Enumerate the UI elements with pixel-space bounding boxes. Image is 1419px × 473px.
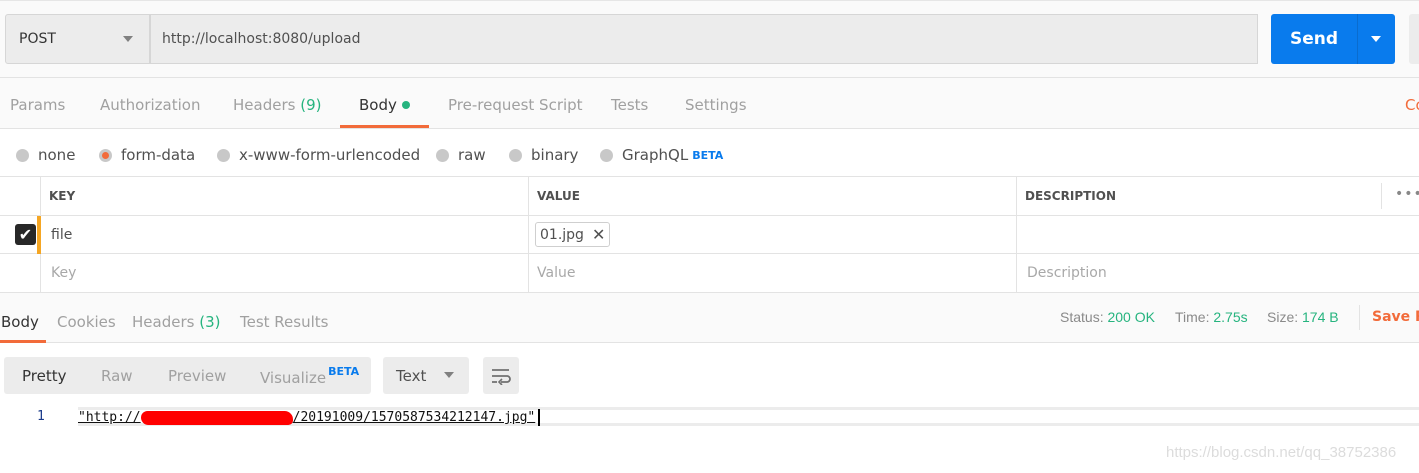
- code-prefix: "http://: [78, 410, 141, 425]
- tab-authorization[interactable]: Authorization: [100, 96, 200, 114]
- divider: [0, 128, 1419, 129]
- chevron-down-icon: [1371, 36, 1381, 42]
- radio-icon: [16, 148, 29, 162]
- view-visualize[interactable]: Visualize BETA: [260, 365, 359, 387]
- tab-settings[interactable]: Settings: [685, 96, 747, 114]
- send-button[interactable]: Send: [1271, 14, 1357, 64]
- radio-urlencoded[interactable]: x-www-form-urlencoded: [217, 146, 420, 164]
- time-info: Time: 2.75s: [1175, 309, 1248, 325]
- method-select[interactable]: POST: [5, 14, 150, 64]
- size-value: 174 B: [1302, 309, 1339, 325]
- cookies-link[interactable]: Co: [1405, 96, 1419, 114]
- table-header-check: [0, 177, 41, 216]
- tab-headers[interactable]: Headers (9): [233, 96, 321, 114]
- size-info: Size: 174 B: [1267, 309, 1339, 325]
- radio-label: binary: [531, 146, 579, 164]
- value-cell[interactable]: 01.jpg ✕: [529, 216, 1017, 254]
- radio-selected-icon: [99, 148, 112, 162]
- tab-tests[interactable]: Tests: [611, 96, 648, 114]
- size-label: Size:: [1267, 309, 1299, 325]
- method-label: POST: [19, 31, 56, 47]
- modified-dot-icon: [401, 101, 410, 109]
- view-pretty[interactable]: Pretty: [22, 367, 67, 385]
- time-value: 2.75s: [1213, 309, 1248, 325]
- view-label: Visualize: [260, 368, 327, 387]
- chevron-down-icon: [123, 36, 133, 42]
- divider: [1359, 305, 1360, 330]
- radio-label: form-data: [121, 146, 196, 164]
- divider: [0, 77, 1419, 78]
- send-options-button[interactable]: [1357, 14, 1395, 64]
- tab-label: Headers: [132, 313, 195, 331]
- response-tab-body[interactable]: Body: [1, 313, 39, 331]
- beta-badge: BETA: [692, 148, 724, 162]
- radio-label: GraphQL: [622, 146, 689, 164]
- radio-graphql[interactable]: GraphQL BETA: [600, 146, 723, 164]
- radio-label: raw: [458, 146, 486, 164]
- text-cursor: [538, 409, 541, 426]
- column-header-value: VALUE: [529, 177, 1017, 216]
- wrap-icon: [492, 368, 511, 385]
- wrap-lines-button[interactable]: [483, 357, 519, 394]
- url-input[interactable]: http://localhost:8080/upload: [150, 14, 1258, 64]
- headers-count: (9): [300, 96, 322, 114]
- tab-pre-request-script[interactable]: Pre-request Script: [448, 96, 583, 114]
- url-value: http://localhost:8080/upload: [162, 31, 361, 47]
- tab-label: Body: [359, 96, 397, 114]
- description-input[interactable]: Description: [1017, 254, 1419, 293]
- file-name: 01.jpg: [540, 226, 584, 243]
- radio-label: none: [38, 146, 76, 164]
- format-select[interactable]: Text: [383, 357, 469, 394]
- tab-label: Headers: [233, 96, 296, 114]
- redacted-mark: [140, 410, 293, 425]
- active-tab-indicator: [0, 340, 46, 343]
- status-label: Status:: [1060, 309, 1104, 325]
- radio-icon: [217, 148, 230, 162]
- response-tab-cookies[interactable]: Cookies: [57, 313, 116, 331]
- divider: [1381, 183, 1382, 209]
- time-label: Time:: [1175, 309, 1210, 325]
- radio-icon: [600, 148, 613, 162]
- column-header-key: KEY: [41, 177, 529, 216]
- headers-count: (3): [199, 313, 221, 331]
- column-header-description: DESCRIPTION: [1017, 177, 1419, 216]
- key-cell[interactable]: file: [41, 216, 529, 254]
- radio-binary[interactable]: binary: [509, 146, 578, 164]
- view-raw[interactable]: Raw: [101, 367, 133, 385]
- format-label: Text: [396, 366, 427, 385]
- watermark: https://blog.csdn.net/qq_38752386: [1166, 444, 1397, 461]
- value-input[interactable]: Value: [529, 254, 1017, 293]
- description-cell[interactable]: [1017, 216, 1419, 254]
- key-input[interactable]: Key: [41, 254, 529, 293]
- radio-icon: [436, 148, 449, 162]
- line-number: 1: [37, 409, 45, 424]
- radio-icon: [509, 148, 522, 162]
- tab-params[interactable]: Params: [10, 96, 65, 114]
- radio-raw[interactable]: raw: [436, 146, 486, 164]
- response-tab-headers[interactable]: Headers (3): [132, 313, 220, 331]
- chevron-down-icon: [444, 372, 454, 378]
- response-tab-test-results[interactable]: Test Results: [240, 313, 328, 331]
- response-body-text[interactable]: "http:// /20191009/1570587534212147.jpg": [78, 409, 541, 426]
- status-value: 200 OK: [1107, 309, 1155, 325]
- close-icon[interactable]: ✕: [592, 225, 605, 244]
- view-mode-group: Pretty Raw Preview Visualize BETA: [4, 357, 371, 394]
- code-suffix: /20191009/1570587534212147.jpg": [292, 410, 536, 425]
- save-response-button[interactable]: Save R: [1372, 309, 1419, 325]
- view-preview[interactable]: Preview: [168, 367, 226, 385]
- file-chip: 01.jpg ✕: [535, 222, 611, 247]
- radio-none[interactable]: none: [16, 146, 75, 164]
- row-checkbox-cell: [0, 254, 41, 293]
- radio-label: x-www-form-urlencoded: [239, 146, 421, 164]
- more-options-icon[interactable]: •••: [1395, 186, 1419, 202]
- status-info: Status: 200 OK: [1060, 309, 1155, 325]
- save-button[interactable]: [1409, 14, 1419, 64]
- row-checkbox[interactable]: ✔: [15, 224, 36, 245]
- tab-body[interactable]: Body: [359, 96, 410, 114]
- radio-form-data[interactable]: form-data: [99, 146, 195, 164]
- beta-badge: BETA: [328, 364, 360, 378]
